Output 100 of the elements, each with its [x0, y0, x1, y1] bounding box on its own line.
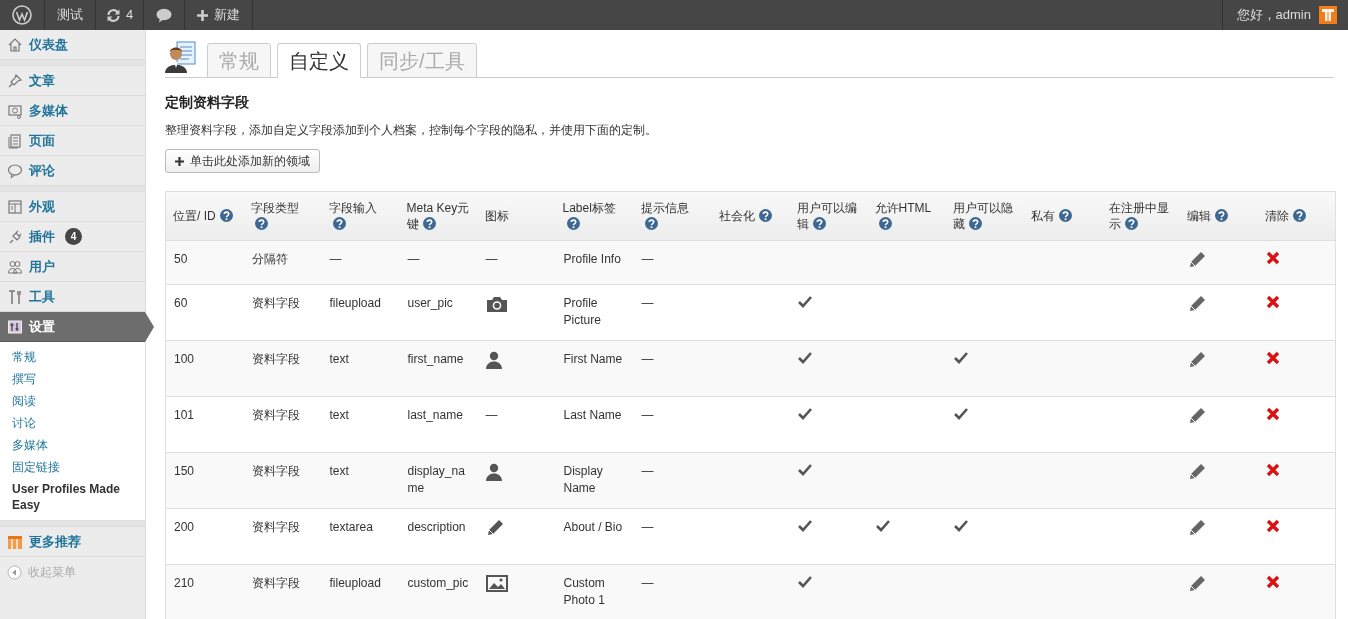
table-cell: description — [407, 520, 466, 534]
profile-card-icon — [165, 41, 197, 73]
edit-icon[interactable] — [1187, 463, 1206, 481]
site-name-link[interactable]: 测试 — [57, 5, 83, 25]
submenu-link[interactable]: 阅读 — [12, 390, 132, 412]
plug-icon — [7, 228, 23, 245]
table-cell-text: Display Name — [563, 463, 604, 497]
tab[interactable]: 自定义 — [277, 43, 361, 78]
column-logo-icon — [7, 533, 23, 550]
add-field-button[interactable]: 单击此处添加新的领域 — [165, 149, 320, 173]
menu-item[interactable]: 更多推荐 — [0, 527, 145, 557]
submenu-link[interactable]: 多媒体 — [12, 434, 132, 456]
table-cell: 100 — [174, 352, 195, 366]
table-cell: 资料字段 — [251, 576, 300, 590]
table-cell: — — [407, 252, 420, 266]
column-header[interactable]: 在注册中显示 — [1101, 191, 1180, 241]
table-cell: 60 — [174, 296, 188, 310]
page-icon — [7, 132, 23, 149]
menu-item[interactable]: 文章 — [0, 66, 145, 96]
column-header[interactable]: 编辑 — [1179, 191, 1258, 241]
submenu-link[interactable]: 讨论 — [12, 412, 132, 434]
description-text: 整理资料字段，添加自定义字段添加到个人档案，控制每个字段的隐私，并使用下面的定制。 — [165, 122, 658, 138]
column-header[interactable]: 图标 — [477, 191, 556, 241]
submenu-link[interactable]: 撰写 — [12, 368, 132, 390]
help-icon[interactable] — [1214, 209, 1228, 222]
help-icon[interactable] — [566, 217, 580, 230]
submenu-link[interactable]: 固定链接 — [12, 456, 132, 478]
camera-icon — [485, 295, 508, 313]
pin-icon — [7, 72, 23, 89]
person-icon — [485, 463, 502, 481]
column-header[interactable]: 提示信息 — [633, 191, 712, 241]
table-cell: — — [485, 252, 498, 266]
edit-icon[interactable] — [1187, 407, 1206, 425]
help-icon[interactable] — [644, 217, 658, 230]
table-cell: fileupload — [329, 576, 381, 590]
delete-icon[interactable] — [1265, 251, 1280, 265]
table-cell: About / Bio — [563, 519, 623, 536]
column-header[interactable]: 用户可以编辑 — [789, 191, 868, 241]
edit-icon[interactable] — [1187, 575, 1206, 593]
column-header[interactable]: 位置/ ID — [165, 191, 244, 241]
help-icon[interactable] — [219, 209, 233, 222]
table-cell: first_name — [407, 352, 464, 366]
table-cell: textarea — [329, 520, 373, 534]
delete-icon[interactable] — [1265, 351, 1280, 365]
help-icon[interactable] — [1292, 209, 1306, 222]
column-header[interactable]: 允许HTML — [867, 191, 946, 241]
help-icon[interactable] — [1058, 209, 1072, 222]
column-header[interactable]: Label标签 — [555, 191, 634, 241]
menu-item[interactable]: 页面 — [0, 126, 145, 156]
column-header[interactable]: 用户可以隐藏 — [945, 191, 1024, 241]
delete-icon[interactable] — [1265, 519, 1280, 533]
table-cell: 资料字段 — [251, 296, 300, 310]
menu-item[interactable]: 插件 4 — [0, 222, 145, 252]
table-cell: display_name — [407, 464, 465, 495]
submenu-link[interactable]: User Profiles Made Easy — [12, 478, 132, 516]
submenu-link[interactable]: 常规 — [12, 346, 132, 368]
delete-icon[interactable] — [1265, 575, 1280, 589]
tools-icon — [7, 288, 23, 305]
column-header[interactable]: 字段类型 — [243, 191, 322, 241]
edit-icon[interactable] — [1187, 351, 1206, 369]
delete-icon[interactable] — [1265, 407, 1280, 421]
column-header[interactable]: 私有 — [1023, 191, 1102, 241]
wordpress-logo-icon[interactable] — [12, 5, 32, 25]
column-header[interactable]: 社会化 — [711, 191, 790, 241]
plus-icon[interactable] — [197, 9, 209, 21]
help-icon[interactable] — [812, 217, 826, 230]
table-cell: — — [641, 296, 654, 310]
help-icon[interactable] — [758, 209, 772, 222]
table-cell: 200 — [174, 520, 195, 534]
table-cell: custom_pic — [407, 576, 469, 590]
column-header[interactable]: Meta Key元键 — [399, 191, 478, 241]
column-header[interactable]: 字段输入 — [321, 191, 400, 241]
speech-bubble-icon — [7, 162, 23, 179]
edit-icon[interactable] — [1187, 519, 1206, 537]
help-icon[interactable] — [968, 217, 982, 230]
menu-item[interactable]: 外观 — [0, 192, 145, 222]
comment-icon[interactable] — [156, 7, 173, 23]
table-cell: — — [641, 352, 654, 366]
section-heading: 定制资料字段 — [165, 93, 250, 111]
menu-item[interactable]: 多媒体 — [0, 96, 145, 126]
new-menu-label[interactable]: 新建 — [214, 5, 241, 25]
refresh-icon[interactable] — [106, 7, 121, 23]
help-icon[interactable] — [1124, 217, 1138, 230]
help-icon[interactable] — [254, 217, 268, 230]
delete-icon[interactable] — [1265, 463, 1280, 477]
table-cell: 资料字段 — [251, 464, 300, 478]
delete-icon[interactable] — [1265, 295, 1280, 309]
column-header[interactable]: 清除 — [1257, 191, 1336, 241]
update-count[interactable]: 4 — [126, 5, 134, 25]
greeting-link[interactable]: 您好，admin — [1236, 5, 1311, 25]
table-cell: Profile Info — [563, 251, 621, 268]
edit-icon[interactable] — [1187, 251, 1206, 269]
help-icon[interactable] — [422, 217, 436, 230]
table-cell: user_pic — [407, 296, 453, 310]
table-cell: last_name — [407, 408, 463, 422]
edit-icon[interactable] — [1187, 295, 1206, 313]
help-icon[interactable] — [878, 217, 892, 230]
table-cell: — — [641, 576, 654, 590]
menu-item[interactable]: 用户 — [0, 252, 145, 282]
help-icon[interactable] — [332, 217, 346, 230]
